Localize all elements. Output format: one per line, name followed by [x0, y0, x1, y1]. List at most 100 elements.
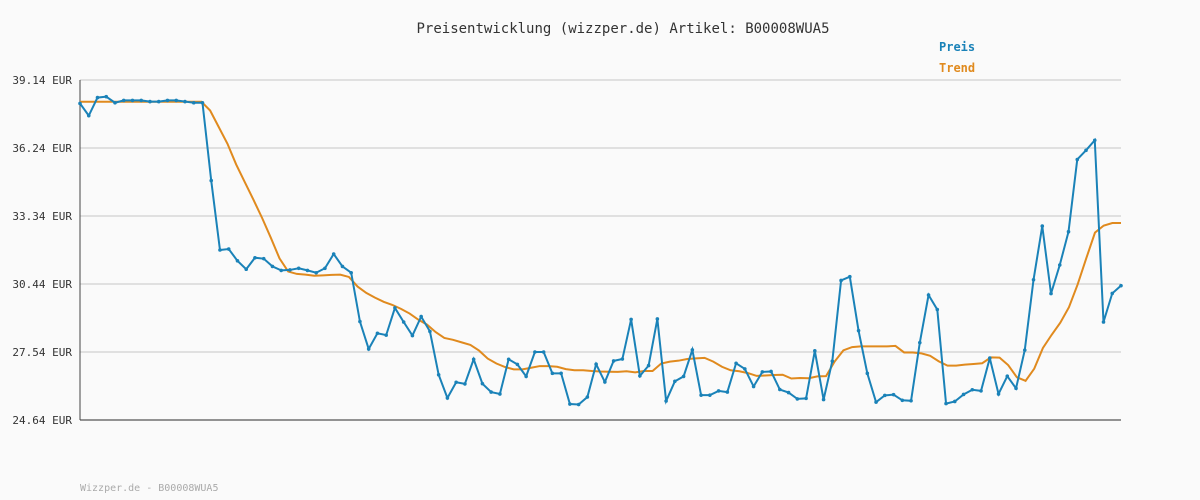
price-point [664, 399, 668, 403]
price-point [183, 99, 187, 104]
price-point [769, 369, 773, 374]
price-point [568, 402, 572, 406]
price-point [655, 317, 660, 321]
price-point [576, 402, 581, 407]
price-point [419, 314, 423, 319]
chart-title: Preisentwicklung (wizzper.de) Artikel: B… [416, 21, 829, 37]
price-point [305, 268, 310, 273]
price-point [603, 380, 607, 384]
price-point [751, 384, 756, 389]
price-point [1031, 277, 1036, 282]
price-point [428, 329, 432, 334]
legend-label-trend: Trend [939, 61, 975, 75]
price-point [261, 256, 266, 261]
price-point [454, 380, 458, 385]
price-point [331, 252, 336, 256]
price-point [366, 347, 371, 351]
price-point [209, 178, 214, 183]
price-point [1119, 283, 1123, 288]
price-point [200, 100, 205, 105]
price-point [384, 333, 388, 337]
price-point [673, 379, 677, 384]
price-point [95, 95, 100, 100]
price-point [979, 389, 983, 393]
price-point [909, 398, 913, 403]
price-point [883, 393, 887, 398]
price-point [638, 374, 642, 378]
price-point [760, 370, 765, 374]
price-point [78, 101, 82, 106]
price-point [926, 293, 931, 297]
price-point [874, 400, 878, 404]
price-point [156, 99, 161, 104]
price-series-line [79, 95, 1122, 406]
y-tick-label: 39.14 EUR [12, 74, 72, 87]
price-point [830, 359, 835, 363]
price-point [1101, 320, 1106, 324]
price-point [1075, 157, 1080, 162]
price-point [550, 371, 555, 376]
price-point [646, 363, 651, 368]
price-point [489, 390, 493, 394]
price-point [952, 399, 957, 404]
price-point [559, 371, 563, 376]
price-point [708, 393, 712, 397]
grid-lines [80, 79, 1121, 421]
price-point [1110, 291, 1115, 296]
price-point [533, 350, 537, 354]
y-tick-label: 36.24 EUR [12, 142, 72, 155]
price-point [349, 270, 353, 275]
price-point [104, 94, 109, 99]
price-point [174, 98, 179, 103]
price-point [471, 357, 476, 362]
price-point [690, 348, 695, 352]
price-point [506, 357, 511, 362]
price-point [804, 396, 808, 401]
price-point [891, 392, 896, 397]
price-point [253, 255, 257, 260]
price-point [813, 349, 817, 353]
price-point [629, 317, 633, 322]
price-point [865, 371, 870, 376]
price-point [515, 362, 520, 367]
price-point [1084, 148, 1088, 153]
price-point [288, 268, 292, 272]
price-point [463, 382, 467, 386]
price-point [778, 387, 782, 392]
price-point [358, 319, 362, 324]
price-point [734, 361, 738, 366]
price-point [148, 99, 152, 104]
price-point [121, 98, 126, 103]
price-point [1057, 263, 1062, 267]
price-point [323, 266, 327, 271]
price-point [961, 392, 966, 397]
price-point [445, 396, 450, 400]
price-point [191, 100, 196, 105]
price-point [165, 98, 170, 103]
price-point [226, 247, 231, 251]
price-point [725, 390, 730, 394]
price-point [900, 398, 905, 403]
price-point [585, 395, 590, 399]
price-point [699, 393, 703, 397]
price-point [139, 98, 144, 103]
price-series-points [78, 94, 1123, 407]
price-point [130, 98, 135, 103]
price-point [681, 374, 686, 379]
price-point [113, 100, 117, 105]
price-point [279, 268, 284, 273]
price-point [786, 390, 791, 395]
price-point [86, 113, 91, 118]
y-tick-label: 27.54 EUR [12, 346, 72, 359]
price-point [524, 374, 528, 379]
price-point [340, 264, 345, 269]
price-point [498, 392, 502, 396]
price-point [1066, 229, 1071, 234]
price-point [848, 274, 852, 279]
trend-series-line [80, 100, 1121, 383]
footer-text: Wizzper.de - B00008WUA5 [80, 483, 218, 494]
price-point [716, 389, 721, 393]
price-point [987, 356, 992, 360]
price-point [944, 401, 948, 406]
price-point [314, 270, 318, 275]
